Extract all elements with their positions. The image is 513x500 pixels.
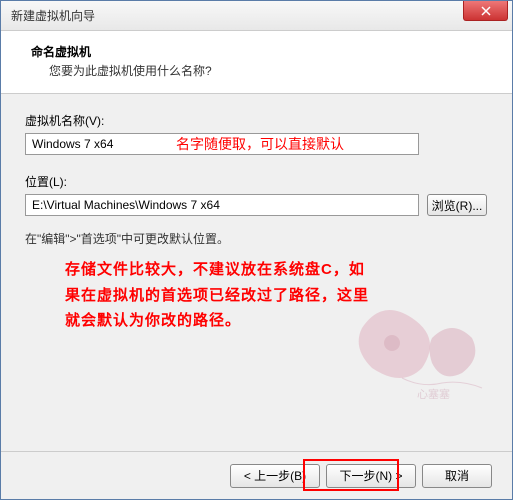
back-button[interactable]: < 上一步(B) bbox=[230, 464, 320, 488]
default-location-hint: 在"编辑">"首选项"中可更改默认位置。 bbox=[25, 230, 488, 247]
storage-line2: 果在虚拟机的首选项已经改过了路径，这里 bbox=[65, 283, 488, 309]
next-button[interactable]: 下一步(N) > bbox=[326, 464, 416, 488]
storage-annotation: 存储文件比较大，不建议放在系统盘C，如 果在虚拟机的首选项已经改过了路径，这里 … bbox=[65, 257, 488, 334]
storage-line1: 存储文件比较大，不建议放在系统盘C，如 bbox=[65, 257, 488, 283]
browse-button[interactable]: 浏览(R)... bbox=[427, 194, 487, 216]
svg-text:心塞塞: 心塞塞 bbox=[417, 387, 450, 401]
window-title: 新建虚拟机向导 bbox=[11, 7, 95, 24]
header-subtitle: 您要为此虚拟机使用什么名称? bbox=[49, 62, 492, 79]
content-area: 虚拟机名称(V): 名字随便取，可以直接默认 位置(L): 浏览(R)... 在… bbox=[1, 94, 512, 458]
header-title: 命名虚拟机 bbox=[31, 43, 492, 60]
close-button[interactable] bbox=[463, 1, 508, 21]
close-icon bbox=[481, 6, 491, 16]
wizard-window: 新建虚拟机向导 命名虚拟机 您要为此虚拟机使用什么名称? 虚拟机名称(V): 名… bbox=[0, 0, 513, 500]
wizard-footer: < 上一步(B) 下一步(N) > 取消 bbox=[1, 451, 512, 499]
name-annotation: 名字随便取，可以直接默认 bbox=[176, 136, 344, 152]
storage-line3: 就会默认为你改的路径。 bbox=[65, 308, 488, 334]
location-input[interactable] bbox=[25, 194, 419, 216]
wizard-header: 命名虚拟机 您要为此虚拟机使用什么名称? bbox=[1, 31, 512, 94]
titlebar: 新建虚拟机向导 bbox=[1, 1, 512, 31]
location-label: 位置(L): bbox=[25, 173, 488, 190]
vm-name-label: 虚拟机名称(V): bbox=[25, 112, 488, 129]
cancel-button[interactable]: 取消 bbox=[422, 464, 492, 488]
